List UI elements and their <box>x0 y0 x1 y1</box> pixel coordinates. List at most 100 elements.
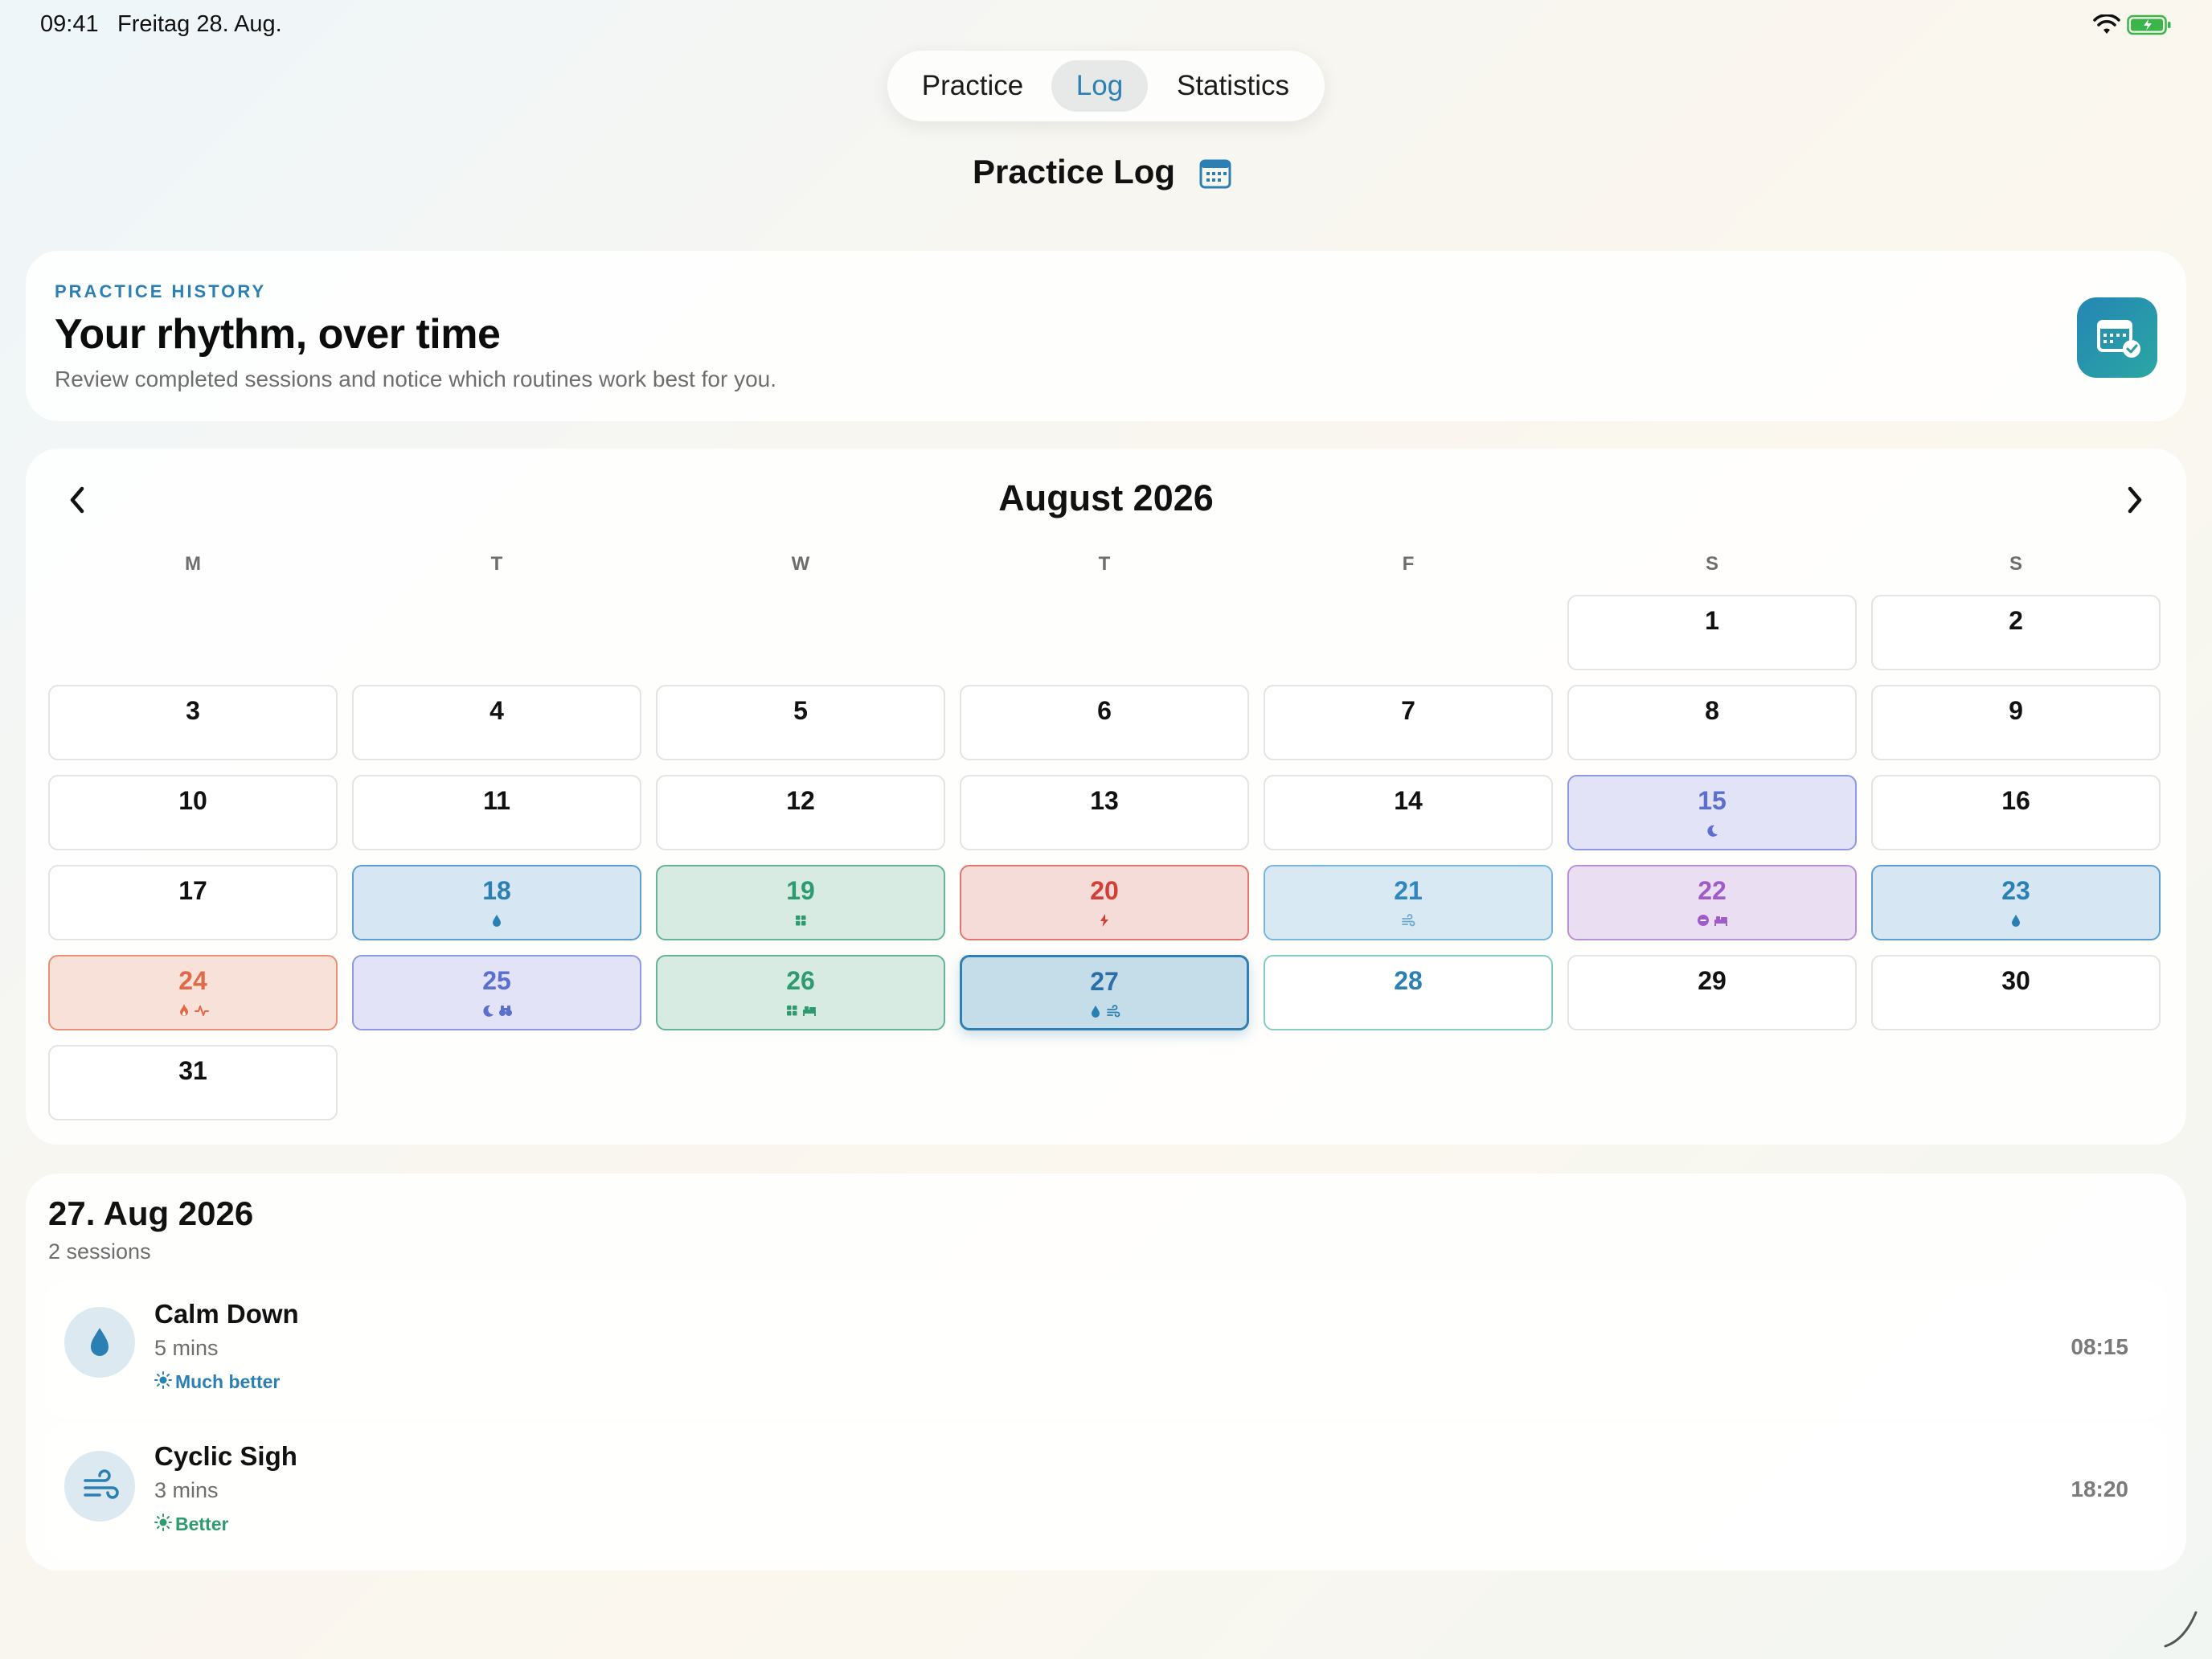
calendar-day-14[interactable]: 14 <box>1264 775 1553 850</box>
calendar-day-number: 5 <box>793 696 808 725</box>
session-icons <box>1873 913 2159 931</box>
bed-icon <box>1714 916 1727 926</box>
binoculars-icon <box>499 1006 512 1016</box>
battery-icon <box>2127 14 2171 35</box>
calendar-day-31[interactable]: 31 <box>48 1045 338 1120</box>
calendar-day-2[interactable]: 2 <box>1871 595 2161 670</box>
weekday-label: F <box>1402 553 1415 575</box>
bolt-icon <box>1100 914 1108 927</box>
calendar-day-3[interactable]: 3 <box>48 685 338 760</box>
session-icons <box>1265 913 1551 931</box>
session-duration: 5 mins <box>154 1336 219 1360</box>
calendar-day-23[interactable]: 23 <box>1871 865 2161 940</box>
calendar-day-18[interactable]: 18 <box>352 865 641 940</box>
calendar-day-number: 18 <box>482 876 511 905</box>
flame-icon <box>180 1004 188 1016</box>
calendar-day-28[interactable]: 28 <box>1264 955 1553 1030</box>
session-icons <box>657 1003 944 1021</box>
calendar-day-number: 19 <box>786 876 815 905</box>
session-icons <box>962 1004 1247 1022</box>
calendar-day-number: 7 <box>1401 696 1415 725</box>
session-time: 18:20 <box>2071 1477 2128 1501</box>
calendar-day-number: 13 <box>1090 786 1119 815</box>
grid-icon <box>796 916 806 926</box>
weekday-label: S <box>1705 553 1718 575</box>
calendar-day-25[interactable]: 25 <box>352 955 641 1030</box>
tab-statistics[interactable]: Statistics <box>1157 60 1309 112</box>
weekday-label: T <box>490 553 503 575</box>
scroll-indicator <box>2164 1611 2198 1648</box>
drop-icon <box>493 915 501 927</box>
bed-icon <box>803 1006 816 1016</box>
calendar-day-number: 26 <box>786 966 815 995</box>
calendar-day-8[interactable]: 8 <box>1567 685 1857 760</box>
calendar-check-icon[interactable] <box>2077 297 2157 378</box>
weekday-label: T <box>1098 553 1111 575</box>
tab-practice[interactable]: Practice <box>903 60 1042 112</box>
calendar-day-number: 28 <box>1394 966 1423 995</box>
calendar-day-number: 22 <box>1698 876 1727 905</box>
calendar-day-10[interactable]: 10 <box>48 775 338 850</box>
calendar-day-30[interactable]: 30 <box>1871 955 2161 1030</box>
calendar-day-number: 25 <box>482 966 511 995</box>
session-icons <box>354 913 640 931</box>
calendar-day-number: 8 <box>1705 696 1719 725</box>
sun-icon <box>154 1514 172 1531</box>
calendar-day-24[interactable]: 24 <box>48 955 338 1030</box>
calendar-day-27[interactable]: 27 <box>960 955 1249 1030</box>
calendar-month-title: August 2026 <box>998 477 1214 518</box>
session-mood: Much better <box>175 1371 281 1392</box>
calendar-day-number: 27 <box>1090 967 1119 996</box>
session-name: Calm Down <box>154 1299 299 1329</box>
calendar-day-number: 10 <box>178 786 207 815</box>
calendar-day-16[interactable]: 16 <box>1871 775 2161 850</box>
calendar-day-29[interactable]: 29 <box>1567 955 1857 1030</box>
weekday-label: S <box>2009 553 2022 575</box>
pulse-icon <box>195 1006 209 1016</box>
calendar-day-11[interactable]: 11 <box>352 775 641 850</box>
calendar-icon <box>1199 159 1231 189</box>
calendar-day-15[interactable]: 15 <box>1567 775 1857 850</box>
calendar-day-22[interactable]: 22 <box>1567 865 1857 940</box>
wind-icon <box>64 1451 135 1522</box>
calendar-day-number: 12 <box>786 786 815 815</box>
calendar-day-21[interactable]: 21 <box>1264 865 1553 940</box>
session-icons <box>1569 913 1855 931</box>
circle-icon <box>1698 915 1709 926</box>
hero-eyebrow: PRACTICE HISTORY <box>55 281 267 301</box>
calendar-day-6[interactable]: 6 <box>960 685 1249 760</box>
calendar-day-19[interactable]: 19 <box>656 865 945 940</box>
calendar-day-17[interactable]: 17 <box>48 865 338 940</box>
calendar-day-number: 9 <box>2009 696 2023 725</box>
calendar-day-number: 31 <box>178 1056 207 1085</box>
calendar-day-20[interactable]: 20 <box>960 865 1249 940</box>
calendar-day-26[interactable]: 26 <box>656 955 945 1030</box>
calendar-day-12[interactable]: 12 <box>656 775 945 850</box>
calendar-day-5[interactable]: 5 <box>656 685 945 760</box>
wind-icon <box>1402 914 1415 927</box>
calendar-day-number: 16 <box>2001 786 2030 815</box>
calendar-day-number: 30 <box>2001 966 2030 995</box>
calendar-day-number: 4 <box>490 696 504 725</box>
session-row-cyclic-sigh[interactable]: Cyclic Sigh 3 mins Better 18:20 <box>45 1423 2167 1560</box>
calendar-day-number: 11 <box>483 786 510 815</box>
calendar-day-number: 24 <box>178 966 207 995</box>
hero-title: Your rhythm, over time <box>55 311 501 358</box>
calendar-day-number: 1 <box>1705 606 1719 635</box>
chevron-right-icon[interactable] <box>2119 482 2151 518</box>
chevron-left-icon[interactable] <box>61 482 93 518</box>
calendar-day-7[interactable]: 7 <box>1264 685 1553 760</box>
calendar-day-1[interactable]: 1 <box>1567 595 1857 670</box>
session-time: 08:15 <box>2071 1334 2128 1359</box>
calendar-day-number: 2 <box>2009 606 2023 635</box>
session-row-calm-down[interactable]: Calm Down 5 mins Much better 08:15 <box>45 1281 2167 1418</box>
session-icons <box>50 1003 336 1021</box>
tab-log[interactable]: Log <box>1051 60 1148 112</box>
wifi-icon <box>2093 14 2120 34</box>
drop-icon <box>64 1307 135 1378</box>
calendar-day-9[interactable]: 9 <box>1871 685 2161 760</box>
calendar-day-13[interactable]: 13 <box>960 775 1249 850</box>
calendar-day-number: 23 <box>2001 876 2030 905</box>
calendar-day-4[interactable]: 4 <box>352 685 641 760</box>
drop-icon <box>2012 915 2020 927</box>
